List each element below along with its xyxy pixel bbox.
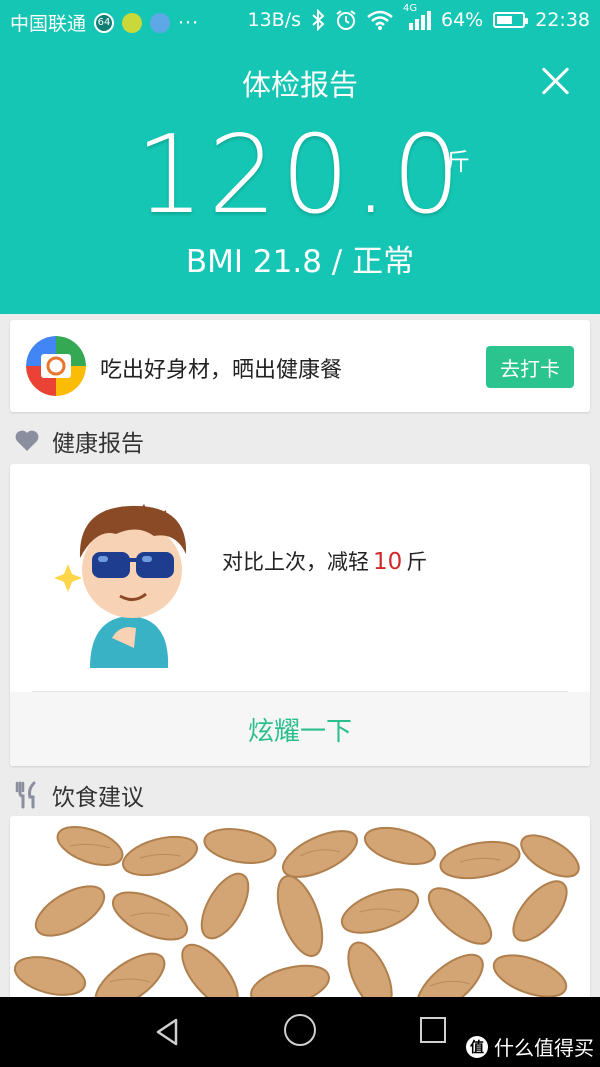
- bluetooth-icon: [312, 9, 325, 31]
- wifi-icon: [367, 10, 393, 30]
- avatar-illustration: [54, 504, 187, 668]
- home-icon[interactable]: [284, 1014, 316, 1046]
- promo-text: 吃出好身材，晒出健康餐: [100, 358, 343, 383]
- app-notification-icon: [150, 12, 171, 33]
- signal-icon: 4G: [403, 3, 431, 31]
- weight-value: 120.0: [135, 113, 465, 238]
- heart-icon: [15, 430, 39, 451]
- weight-unit: 斤: [446, 148, 470, 176]
- alarm-icon: [336, 10, 356, 30]
- battery-percent: 64%: [441, 9, 484, 31]
- clock: 22:38: [535, 9, 590, 31]
- more-notifications-icon: ···: [178, 11, 200, 34]
- status-bar: 中国联通 64 ··· 13B/s 4G 64% 22:38: [0, 0, 600, 44]
- food-image-card[interactable]: [10, 816, 590, 1006]
- fork-knife-icon: [15, 781, 36, 809]
- section-title-health: 健康报告: [14, 424, 144, 458]
- weight-display: 120.0 斤: [0, 120, 600, 232]
- watermark-logo: 值: [466, 1035, 488, 1058]
- navigation-bar: 值 什么值得买: [0, 997, 600, 1067]
- share-button[interactable]: 炫耀一下: [10, 692, 590, 766]
- section-title-label: 饮食建议: [52, 785, 144, 811]
- weight-change-unit: 斤: [406, 550, 428, 574]
- section-title-diet: 饮食建议: [14, 778, 144, 812]
- recent-apps-icon[interactable]: [420, 1017, 446, 1043]
- peanuts-image: [10, 816, 590, 1006]
- app-notification-icon: [122, 12, 143, 33]
- bmi-status: BMI 21.8 / 正常: [185, 244, 415, 280]
- check-in-button[interactable]: 去打卡: [486, 346, 574, 388]
- close-icon[interactable]: [540, 66, 570, 96]
- net-speed: 13B/s: [247, 9, 301, 31]
- watermark-text: 什么值得买: [494, 1036, 594, 1060]
- camera-app-icon: [26, 336, 86, 396]
- weight-change-prefix: 对比上次，减轻: [222, 550, 369, 574]
- report-header: 中国联通 64 ··· 13B/s 4G 64% 22:38 体检报告 120.…: [0, 0, 600, 314]
- watermark: 值 什么值得买: [466, 1032, 594, 1061]
- section-title-label: 健康报告: [52, 431, 144, 457]
- weight-change-text: 对比上次，减轻 10 斤: [222, 546, 427, 576]
- battery-icon: [493, 12, 529, 28]
- notification-badge: 64: [94, 12, 115, 33]
- carrier-name: 中国联通: [10, 13, 87, 35]
- promo-card: 吃出好身材，晒出健康餐 去打卡: [10, 320, 590, 412]
- back-icon[interactable]: [152, 1017, 182, 1047]
- weight-change-value: 10: [373, 549, 403, 575]
- health-report-card: 对比上次，减轻 10 斤 炫耀一下: [10, 464, 590, 766]
- page-title: 体检报告: [241, 68, 358, 102]
